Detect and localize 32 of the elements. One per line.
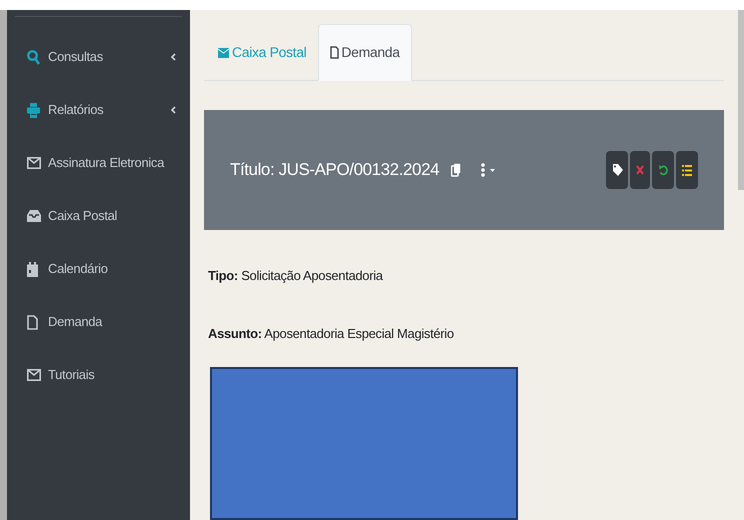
field-text: Assunto: Aposentadoria Especial Magistério bbox=[208, 324, 455, 343]
field-text: Tipo: Solicitação Aposentadoria bbox=[208, 267, 384, 286]
envelope-icon bbox=[27, 157, 41, 169]
envelope-icon bbox=[27, 369, 41, 381]
printer-icon bbox=[27, 102, 40, 118]
sidebar-item[interactable]: Relatórios bbox=[7, 99, 190, 121]
document-title: Título: JUS-APO/00132.2024 bbox=[230, 159, 440, 182]
copy-icon bbox=[451, 163, 462, 178]
document-icon bbox=[330, 46, 340, 59]
document-icon bbox=[27, 314, 38, 330]
more-options-button[interactable] bbox=[481, 163, 496, 178]
calendar-icon bbox=[27, 262, 38, 276]
tag-button[interactable] bbox=[606, 151, 628, 190]
sidebar-item[interactable]: Calendário bbox=[7, 258, 190, 280]
copy-button[interactable] bbox=[451, 163, 462, 178]
list-icon bbox=[682, 164, 692, 176]
sidebar-item[interactable]: Demanda bbox=[7, 311, 190, 333]
search-icon bbox=[27, 50, 40, 64]
envelope-icon bbox=[218, 48, 229, 58]
inbox-icon bbox=[27, 210, 41, 222]
caret-icon bbox=[490, 168, 496, 172]
sidebar-item[interactable]: Tutoriais bbox=[7, 364, 190, 386]
vertical-ellipsis-icon bbox=[481, 163, 486, 178]
undo-button[interactable] bbox=[652, 151, 674, 190]
list-button[interactable] bbox=[676, 151, 698, 190]
sidebar-item[interactable]: Consultas bbox=[7, 46, 190, 68]
sidebar-item[interactable]: Caixa Postal bbox=[7, 205, 190, 227]
rotate-arrow-icon bbox=[658, 164, 668, 176]
sidebar-item[interactable]: Assinatura Eletronica bbox=[7, 152, 190, 174]
tag-icon bbox=[612, 164, 622, 176]
close-icon bbox=[636, 165, 644, 176]
tab[interactable]: Demanda bbox=[318, 24, 412, 81]
